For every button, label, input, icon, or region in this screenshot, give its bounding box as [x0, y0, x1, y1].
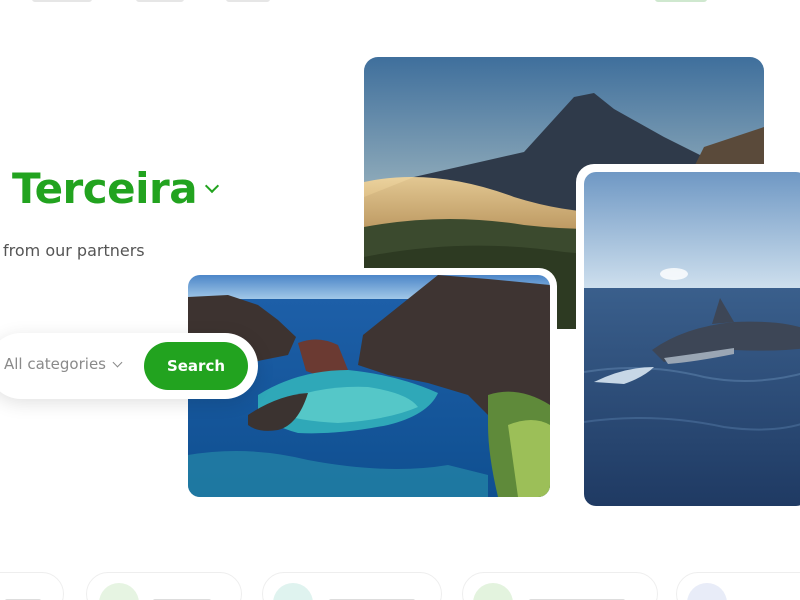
category-chip[interactable]: [86, 572, 242, 600]
search-bar: All categories Search: [0, 333, 258, 399]
category-select[interactable]: All categories: [4, 355, 123, 373]
category-chips: [0, 572, 800, 600]
dolphin-photo: [576, 164, 800, 514]
category-chip[interactable]: [462, 572, 658, 600]
category-chip[interactable]: [0, 572, 64, 600]
category-chip[interactable]: [262, 572, 442, 600]
category-icon: [473, 583, 513, 600]
nav-link[interactable]: [226, 0, 270, 2]
category-icon: [273, 583, 313, 600]
destination-selector[interactable]: Terceira: [12, 164, 220, 213]
chevron-down-icon[interactable]: [205, 178, 220, 194]
hero-subtitle: from our partners: [3, 241, 145, 260]
nav-link[interactable]: [32, 0, 92, 2]
page-title: Terceira: [12, 164, 198, 213]
nav-link[interactable]: [136, 0, 184, 2]
search-button[interactable]: Search: [144, 342, 248, 390]
category-select-value: All categories: [4, 355, 106, 373]
category-chip[interactable]: [676, 572, 800, 600]
top-navigation: [0, 0, 800, 8]
chevron-down-icon[interactable]: [112, 357, 123, 367]
login-link[interactable]: [655, 0, 707, 2]
category-icon: [687, 583, 727, 600]
category-icon: [99, 583, 139, 600]
